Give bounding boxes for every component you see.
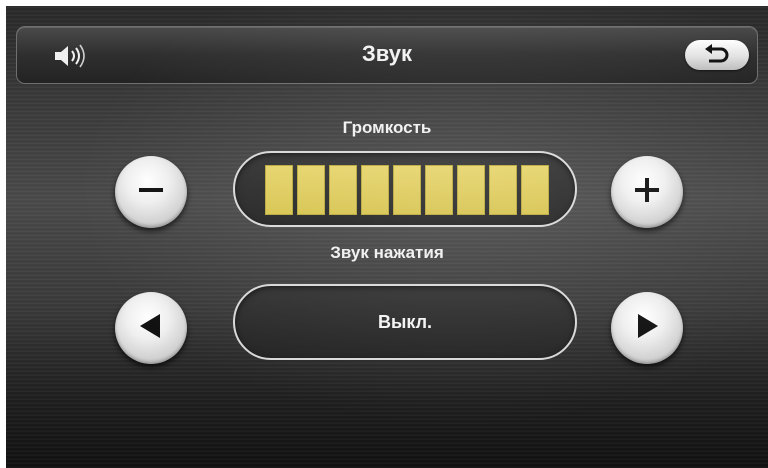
- sound-settings-screen: Звук Громкость Звук нажатия Выкл.: [6, 6, 768, 468]
- header-bar: Звук: [16, 26, 758, 84]
- page-title: Звук: [361, 41, 412, 66]
- volume-bar-segment: [457, 165, 485, 215]
- volume-bars: [265, 165, 549, 215]
- back-button[interactable]: [685, 40, 749, 70]
- click-sound-next-button[interactable]: [611, 292, 683, 364]
- back-arrow-icon: [703, 43, 731, 68]
- minus-icon: [134, 173, 168, 212]
- click-sound-value-field: Выкл.: [233, 284, 577, 360]
- volume-decrease-button[interactable]: [115, 156, 187, 228]
- volume-bar-segment: [265, 165, 293, 215]
- volume-bar-segment: [297, 165, 325, 215]
- volume-bar-segment: [361, 165, 389, 215]
- volume-bar-segment: [425, 165, 453, 215]
- volume-increase-button[interactable]: [611, 156, 683, 228]
- click-sound-label: Звук нажатия: [330, 243, 444, 262]
- click-sound-value: Выкл.: [377, 311, 433, 332]
- click-sound-prev-button[interactable]: [115, 292, 187, 364]
- left-triangle-icon: [134, 309, 168, 348]
- plus-icon: [630, 173, 664, 212]
- right-triangle-icon: [630, 309, 664, 348]
- volume-bar-segment: [393, 165, 421, 215]
- volume-bar-segment: [489, 165, 517, 215]
- volume-bar-segment: [329, 165, 357, 215]
- volume-level-indicator: [233, 151, 577, 227]
- volume-bar-segment: [521, 165, 549, 215]
- volume-label: Громкость: [342, 118, 432, 137]
